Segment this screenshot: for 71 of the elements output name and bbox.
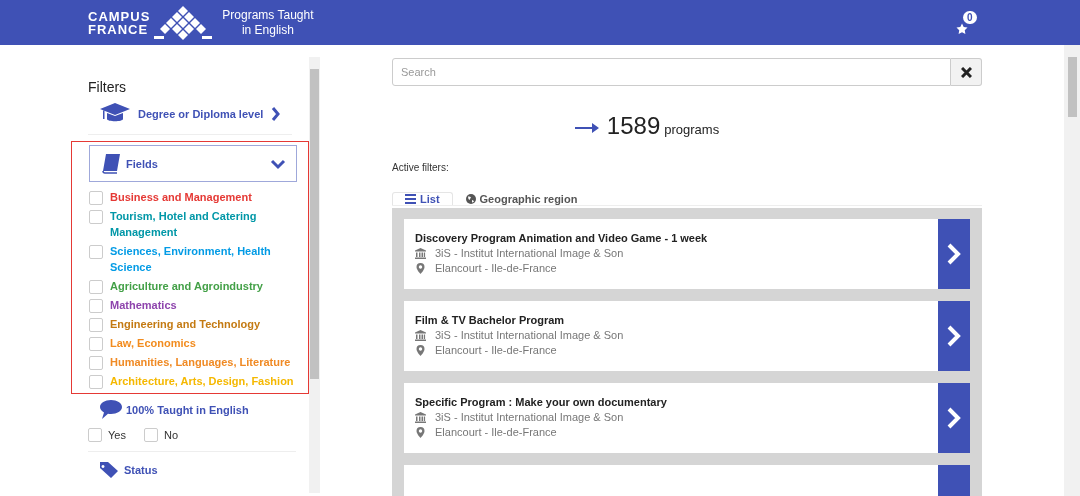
logo-text: FRANCE (88, 22, 150, 36)
scrollbar[interactable] (309, 57, 320, 493)
program-title[interactable]: Discovery Program Animation and Video Game - 1 week (415, 232, 927, 244)
list-icon (405, 194, 416, 204)
checkbox[interactable] (89, 245, 103, 259)
result-unit: programs (664, 122, 720, 137)
field-option-label[interactable]: Engineering and Technology (110, 316, 300, 332)
chevron-icon (947, 407, 961, 429)
program-card[interactable]: Specific Program : Make your own documentary 3iS - Institut International Image & Son Elancourt - Ile-de-France (404, 383, 970, 453)
chevron-icon (271, 107, 282, 121)
school-name: 3iS - Institut International Image & Son (435, 329, 624, 341)
chevron-icon (270, 157, 286, 170)
checkbox[interactable] (89, 299, 103, 313)
tagline-text: in English (241, 22, 294, 38)
active-filters-label: Active filters: (392, 162, 450, 173)
program-title[interactable]: Specific Program : Make your own documentary (415, 396, 927, 408)
map-pin-icon (415, 344, 426, 356)
checkbox[interactable] (89, 191, 103, 205)
institution-icon (415, 329, 426, 341)
program-card[interactable]: Discovery Program Animation and Video Game - 1 week 3iS - Institut International Image & Son Elancourt - Ile-de-France (404, 219, 970, 289)
location-text: Elancourt - Ile-de-France (435, 344, 557, 356)
fields-filter-toggle[interactable]: Fields (89, 145, 297, 182)
program-title[interactable]: Film & TV Bachelor Program (415, 314, 927, 326)
open-program-button[interactable] (938, 383, 970, 453)
option-label[interactable]: No (163, 429, 178, 441)
tab[interactable]: List (392, 192, 453, 205)
chevron-icon (947, 243, 961, 265)
checkbox[interactable] (89, 356, 103, 370)
filter-heading[interactable]: Status (124, 464, 158, 476)
checkbox[interactable] (88, 428, 102, 442)
school-name: 3iS - Institut International Image & Son (435, 411, 624, 423)
field-option-label[interactable]: Business and Management (110, 189, 300, 205)
diamond-pattern-icon (154, 5, 213, 40)
tag-icon (100, 462, 118, 478)
degree-filter-toggle[interactable]: Degree or Diploma level (88, 103, 292, 135)
checkbox[interactable] (143, 428, 158, 442)
logo-text: CAMPUS (88, 9, 151, 23)
map-pin-icon (415, 426, 426, 438)
map-pin-icon (415, 262, 426, 274)
checkbox[interactable] (89, 280, 103, 294)
institution-icon (415, 247, 426, 259)
option-label[interactable]: Yes (108, 429, 126, 441)
arrow-icon (574, 122, 599, 134)
location-text: Elancourt - Ile-de-France (435, 262, 557, 274)
field-option-label[interactable]: Mathematics (110, 297, 300, 313)
school-name: 3iS - Institut International Image & Son (435, 247, 624, 259)
search-field[interactable]: Search (392, 58, 951, 86)
tab[interactable]: Geographic region (452, 192, 591, 205)
program-card[interactable]: Film & TV Bachelor Program 3iS - Institut International Image & Son Elancourt - Ile-de-France (404, 301, 970, 371)
field-option-label[interactable]: Tourism, Hotel and Catering Management (110, 208, 300, 240)
checkbox[interactable] (89, 318, 103, 332)
open-program-button[interactable] (938, 219, 970, 289)
close-icon (960, 66, 972, 78)
checkbox[interactable] (89, 210, 103, 224)
chevron-icon (947, 325, 961, 347)
checkbox[interactable] (89, 375, 103, 389)
clear-button[interactable] (951, 58, 982, 86)
open-program-button[interactable] (938, 301, 970, 371)
scrollbar[interactable] (1064, 45, 1080, 496)
speech-bubble-icon (100, 400, 122, 419)
tagline-text: Programs Taught (222, 7, 314, 23)
institution-icon (415, 411, 426, 423)
checkbox[interactable] (89, 337, 103, 351)
location-text: Elancourt - Ile-de-France (435, 426, 557, 438)
result-count: 1589 (606, 112, 661, 140)
favorites-count-badge: 0 (963, 10, 977, 24)
star-icon[interactable] (956, 22, 968, 35)
globe-icon (465, 194, 476, 204)
book-icon (102, 153, 120, 174)
filter-heading[interactable]: 100% Taught in English (126, 403, 249, 416)
filters-heading: Filters (88, 79, 128, 95)
